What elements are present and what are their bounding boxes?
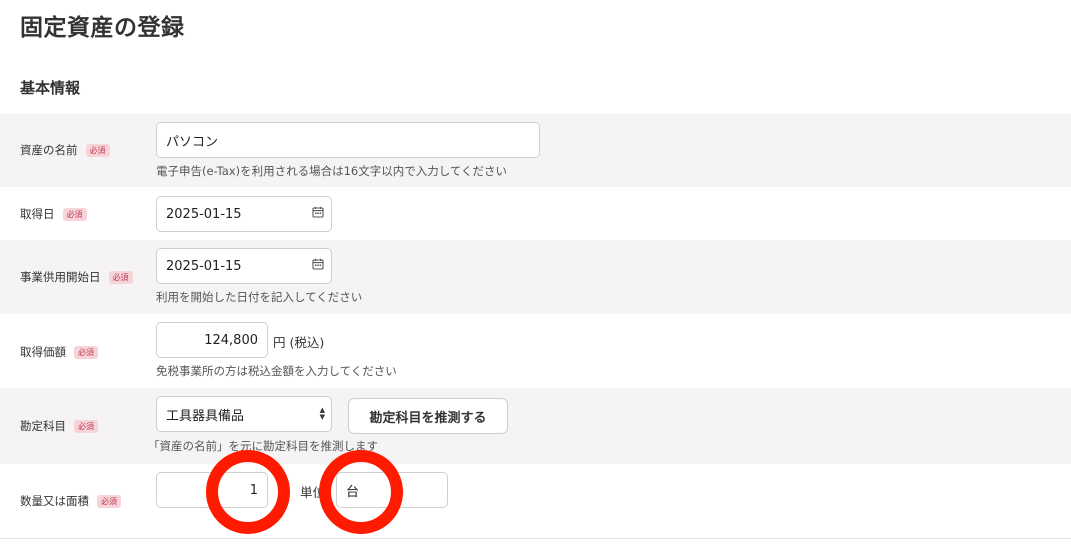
acquisition-price-label-text: 取得価額 — [20, 345, 66, 359]
acquisition-price-row: 取得価額 必須 124,800 円 (税込) 免税事業所の方は税込金額を入力して… — [0, 314, 1071, 388]
guess-account-button[interactable]: 勘定科目を推測する — [348, 398, 508, 434]
acquisition-date-row: 取得日 必須 2025-01-15 — [0, 187, 1071, 240]
asset-name-hint: 電子申告(e-Tax)を利用される場合は16文字以内で入力してください — [156, 164, 508, 178]
required-badge: 必須 — [62, 207, 87, 221]
acquisition-price-value: 124,800 — [204, 332, 258, 348]
select-arrows-icon: ▲ ▼ — [319, 406, 325, 421]
acquisition-date-input[interactable]: 2025-01-15 — [156, 196, 332, 232]
section-title: 基本情報 — [20, 79, 81, 97]
acquisition-price-label: 取得価額 必須 — [20, 344, 98, 360]
acquisition-date-value: 2025-01-15 — [166, 206, 242, 222]
required-badge: 必須 — [97, 494, 121, 508]
account-item-hint: 「資産の名前」を元に勘定科目を推測します — [148, 439, 378, 453]
quantity-value: 1 — [249, 482, 258, 498]
service-start-label-text: 事業供用開始日 — [20, 270, 101, 284]
quantity-label: 数量又は面積 必須 — [20, 493, 121, 509]
service-start-label: 事業供用開始日 必須 — [20, 269, 133, 285]
account-item-select[interactable]: 工具器具備品 ▲ ▼ — [156, 396, 332, 432]
acquisition-date-label: 取得日 必須 — [20, 206, 87, 222]
asset-name-input[interactable]: パソコン — [156, 122, 540, 158]
unit-input[interactable]: 台 — [336, 472, 448, 508]
unit-label: 単位 — [300, 485, 326, 500]
asset-name-row: 資産の名前 必須 パソコン 電子申告(e-Tax)を利用される場合は16文字以内… — [0, 114, 1071, 187]
service-start-input[interactable]: 2025-01-15 — [156, 248, 332, 284]
required-badge: 必須 — [74, 419, 98, 433]
calendar-icon[interactable] — [312, 206, 324, 222]
unit-value: 台 — [346, 484, 360, 500]
calendar-icon[interactable] — [312, 258, 324, 274]
asset-name-label: 資産の名前 必須 — [20, 142, 110, 158]
price-unit: 円 (税込) — [273, 335, 325, 350]
required-badge: 必須 — [108, 270, 133, 284]
service-start-hint: 利用を開始した日付を記入してください — [156, 290, 363, 304]
acquisition-price-input[interactable]: 124,800 — [156, 322, 268, 358]
asset-name-value: パソコン — [166, 134, 219, 150]
service-start-value: 2025-01-15 — [166, 258, 242, 274]
acquisition-price-hint: 免税事業所の方は税込金額を入力してください — [156, 364, 397, 378]
account-item-label-text: 勘定科目 — [20, 419, 66, 433]
account-item-label: 勘定科目 必須 — [20, 418, 98, 434]
acquisition-date-label-text: 取得日 — [20, 207, 55, 221]
bottom-divider — [0, 538, 1071, 539]
quantity-row: 数量又は面積 必須 1 単位 台 — [0, 464, 1071, 538]
required-badge: 必須 — [85, 143, 110, 157]
required-badge: 必須 — [74, 345, 98, 359]
asset-name-label-text: 資産の名前 — [20, 143, 78, 157]
quantity-label-text: 数量又は面積 — [20, 494, 89, 508]
quantity-input[interactable]: 1 — [156, 472, 268, 508]
service-start-row: 事業供用開始日 必須 2025-01-15 利用を開始した日付を記入してください — [0, 240, 1071, 314]
page-title: 固定資産の登録 — [20, 15, 185, 41]
account-item-row: 勘定科目 必須 工具器具備品 ▲ ▼ 勘定科目を推測する 「資産の名前」を元に勘定… — [0, 388, 1071, 464]
account-item-value: 工具器具備品 — [166, 408, 245, 424]
